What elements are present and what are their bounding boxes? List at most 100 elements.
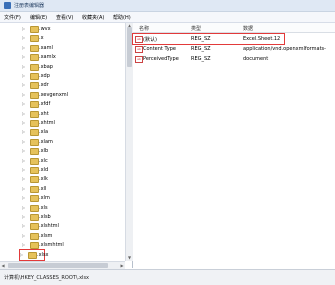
tree-key-label: .xdr <box>39 82 49 89</box>
menu-help[interactable]: 帮助(H) <box>113 14 131 21</box>
folder-icon <box>30 167 39 174</box>
expand-arrow-icon[interactable]: ▷ <box>22 92 27 97</box>
status-bar: 计算机\HKEY_CLASSES_ROOT\.xlsx <box>0 269 335 285</box>
tree-key-item[interactable]: ▷ .xlsx <box>19 248 49 261</box>
tree-key-label: .xlsmhtml <box>39 242 64 249</box>
scroll-right-icon[interactable]: ▶ <box>119 262 125 269</box>
expand-arrow-icon[interactable]: ▷ <box>22 26 27 31</box>
folder-icon <box>30 120 39 127</box>
expand-arrow-icon[interactable]: ▷ <box>22 148 27 153</box>
expand-arrow-icon[interactable]: ▷ <box>22 64 27 69</box>
expand-arrow-icon[interactable]: ▷ <box>22 54 27 59</box>
string-value-icon: ab <box>135 56 143 63</box>
tree-key-label: .xlsb <box>39 214 51 220</box>
expand-arrow-icon[interactable]: ▷ <box>22 223 27 228</box>
expand-arrow-icon[interactable]: ▷ <box>22 45 27 50</box>
expand-arrow-icon[interactable]: ▷ <box>22 186 27 191</box>
expand-arrow-icon[interactable]: ▷ <box>22 82 27 87</box>
value-data: application/vnd.openxmlformats- <box>243 46 326 52</box>
tree-key-label: .xdp <box>39 73 50 79</box>
folder-icon <box>30 101 39 109</box>
tree-key-label: .xlam <box>39 138 53 145</box>
tree-horizontal-scrollbar[interactable]: ◀ ▶ <box>0 261 125 269</box>
value-data: Excel.Sheet.12 <box>243 36 281 42</box>
expand-arrow-icon[interactable]: ▷ <box>22 242 27 247</box>
folder-icon <box>30 73 39 80</box>
scroll-left-icon[interactable]: ◀ <box>0 262 6 269</box>
string-value-icon: ab <box>135 36 143 43</box>
expand-arrow-icon[interactable]: ▷ <box>22 205 27 210</box>
tree-key-label: .xlk <box>39 176 48 183</box>
expand-arrow-icon[interactable]: ▷ <box>20 252 25 257</box>
value-row[interactable]: ab Content Type REG_SZ application/vnd.o… <box>133 44 335 54</box>
tree-key-label: .xls <box>39 204 48 211</box>
tree-key-label: .xlc <box>39 157 48 164</box>
scroll-down-icon[interactable]: ▼ <box>126 255 133 260</box>
folder-icon <box>30 195 39 203</box>
tree-key-label: .xamlx <box>39 54 56 61</box>
expand-arrow-icon[interactable]: ▷ <box>22 158 27 163</box>
expand-arrow-icon[interactable]: ▷ <box>22 120 27 125</box>
value-type: REG_SZ <box>191 46 211 52</box>
expand-arrow-icon[interactable]: ▷ <box>22 176 27 181</box>
folder-icon <box>30 63 39 71</box>
value-name: (默认) <box>143 37 157 43</box>
folder-icon <box>30 35 39 43</box>
value-name: PerceivedType <box>143 56 179 62</box>
tree-key-label: .xlb <box>39 148 49 155</box>
folder-icon <box>30 232 39 240</box>
folder-icon <box>30 44 39 52</box>
folder-icon <box>30 54 39 62</box>
string-value-icon: ab <box>135 46 143 53</box>
scroll-thumb[interactable] <box>127 27 132 67</box>
folder-icon <box>30 176 39 184</box>
expand-arrow-icon[interactable]: ▷ <box>22 167 27 172</box>
menu-file[interactable]: 文件(F) <box>4 14 21 21</box>
tree-vertical-scrollbar[interactable]: ▲ ▼ <box>125 23 133 261</box>
tree-key-label: .xll <box>39 185 47 192</box>
menu-bar: 文件(F) 编辑(E) 查看(V) 收藏夹(A) 帮助(H) <box>0 12 335 23</box>
values-header: 名称 类型 数据 <box>133 23 335 33</box>
values-panel[interactable]: 名称 类型 数据 ab (默认) REG_SZ Excel.Sheet.12 a… <box>132 23 335 268</box>
folder-icon <box>30 26 39 33</box>
menu-view[interactable]: 查看(V) <box>56 14 73 21</box>
expand-arrow-icon[interactable]: ▷ <box>22 111 27 116</box>
expand-arrow-icon[interactable]: ▷ <box>22 139 27 144</box>
tree-key-label: .xla <box>39 129 49 136</box>
folder-icon <box>28 251 37 259</box>
expand-arrow-icon[interactable]: ▷ <box>22 195 27 200</box>
status-path: 计算机\HKEY_CLASSES_ROOT\.xlsx <box>4 275 90 281</box>
expand-arrow-icon[interactable]: ▷ <box>22 214 27 219</box>
window-title: 注册表编辑器 <box>14 3 45 9</box>
tree-key-label: .xlm <box>39 195 50 202</box>
col-type-header[interactable]: 类型 <box>191 25 201 32</box>
scroll-thumb-h[interactable] <box>8 263 108 268</box>
value-row[interactable]: ab (默认) REG_SZ Excel.Sheet.12 <box>133 34 335 44</box>
folder-icon <box>30 91 39 99</box>
expand-arrow-icon[interactable]: ▷ <box>22 129 27 134</box>
expand-arrow-icon[interactable]: ▷ <box>22 233 27 238</box>
folder-icon <box>30 214 39 221</box>
folder-icon <box>30 157 39 165</box>
expand-arrow-icon[interactable]: ▷ <box>22 101 27 106</box>
value-data: document <box>243 56 269 62</box>
tree-key-label: .xhtml <box>39 120 55 126</box>
tree-key-label: .wvx <box>39 26 51 32</box>
col-name-header[interactable]: 名称 <box>139 25 149 32</box>
folder-icon <box>30 204 39 212</box>
folder-icon <box>30 148 39 156</box>
tree-key-label: .xlsm <box>39 232 53 239</box>
menu-edit[interactable]: 编辑(E) <box>30 14 47 21</box>
value-row[interactable]: ab PerceivedType REG_SZ document <box>133 54 335 64</box>
value-type: REG_SZ <box>191 56 211 62</box>
menu-favorites[interactable]: 收藏夹(A) <box>82 14 104 21</box>
folder-icon <box>30 242 39 250</box>
folder-icon <box>30 129 39 137</box>
folder-icon <box>30 185 39 193</box>
value-name: Content Type <box>143 46 176 52</box>
col-data-header[interactable]: 数据 <box>243 25 253 32</box>
tree-key-label: .x <box>39 35 44 42</box>
expand-arrow-icon[interactable]: ▷ <box>22 35 27 40</box>
expand-arrow-icon[interactable]: ▷ <box>22 73 27 78</box>
key-tree[interactable]: ▷ .wvx ▷ .x ▷ .xaml ▷ .xamlx ▷ .xbap ▷ .xdp ▷ .xdr ▷ .x… <box>0 23 133 269</box>
